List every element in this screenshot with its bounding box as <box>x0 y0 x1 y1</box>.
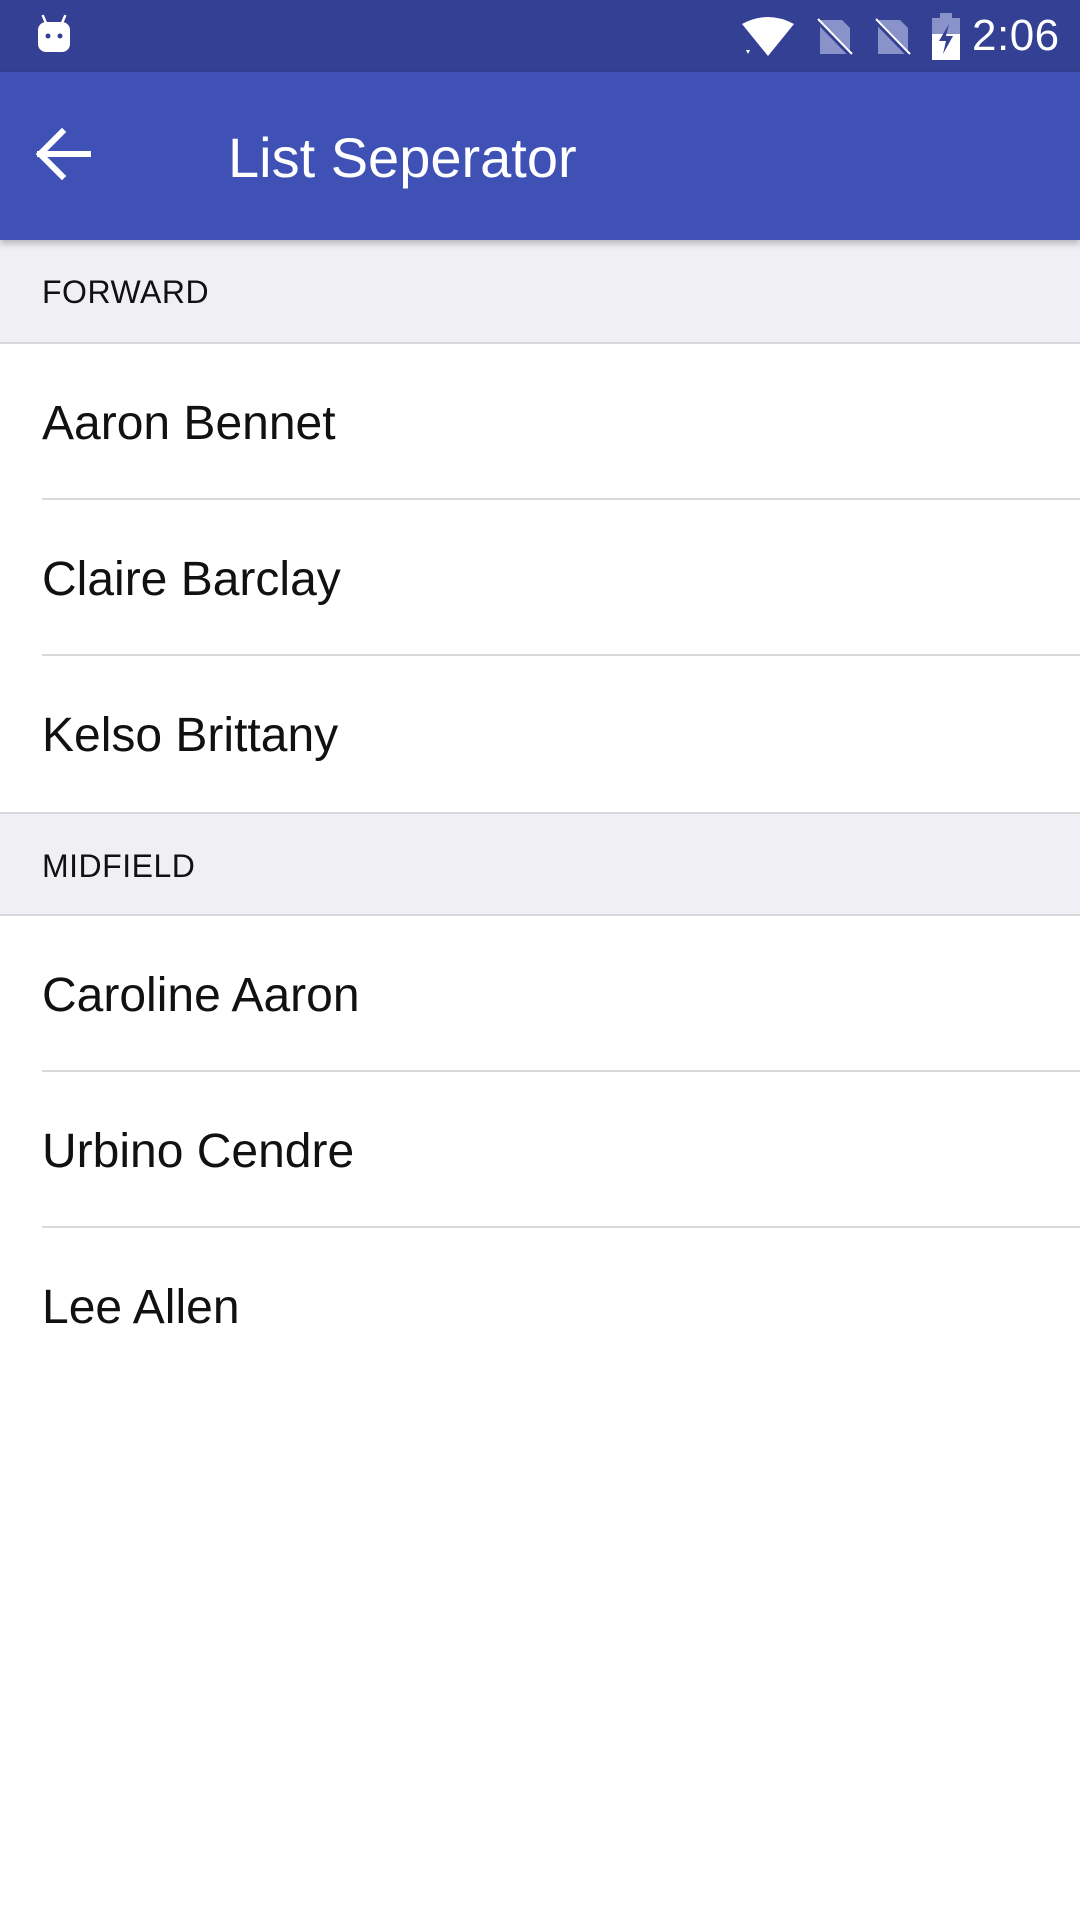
page-title: List Seperator <box>228 126 577 189</box>
back-button[interactable] <box>20 112 108 200</box>
section-header-forward: FORWARD <box>0 240 1080 344</box>
list-item[interactable]: Lee Allen <box>0 1228 1080 1384</box>
list-item-name: Aaron Bennet <box>42 397 336 450</box>
list-item-name: Caroline Aaron <box>42 969 360 1022</box>
list-item[interactable]: Claire Barclay <box>0 500 1080 656</box>
section-header-midfield: MIDFIELD <box>0 812 1080 916</box>
no-sim-icon <box>872 16 912 58</box>
section-header-label: MIDFIELD <box>42 848 196 884</box>
arrow-back-icon <box>34 124 94 189</box>
android-notification-icon <box>36 14 72 54</box>
status-bar: 2:06 <box>0 0 1080 72</box>
list-item[interactable]: Urbino Cendre <box>0 1072 1080 1228</box>
list-item-name: Kelso Brittany <box>42 709 339 762</box>
battery-charging-icon <box>930 12 962 62</box>
wifi-icon <box>740 16 796 58</box>
no-sim-icon <box>814 16 854 58</box>
app-bar: List Seperator <box>0 72 1080 240</box>
list-item-name: Urbino Cendre <box>42 1125 355 1178</box>
list-item[interactable]: Kelso Brittany <box>0 656 1080 812</box>
status-clock: 2:06 <box>972 11 1060 60</box>
list-item-name: Lee Allen <box>42 1281 240 1334</box>
player-list: FORWARD Aaron Bennet Claire Barclay Kels… <box>0 240 1080 1384</box>
list-item[interactable]: Caroline Aaron <box>0 916 1080 1072</box>
section-header-label: FORWARD <box>42 274 210 310</box>
list-item-name: Claire Barclay <box>42 553 341 606</box>
list-item[interactable]: Aaron Bennet <box>0 344 1080 500</box>
